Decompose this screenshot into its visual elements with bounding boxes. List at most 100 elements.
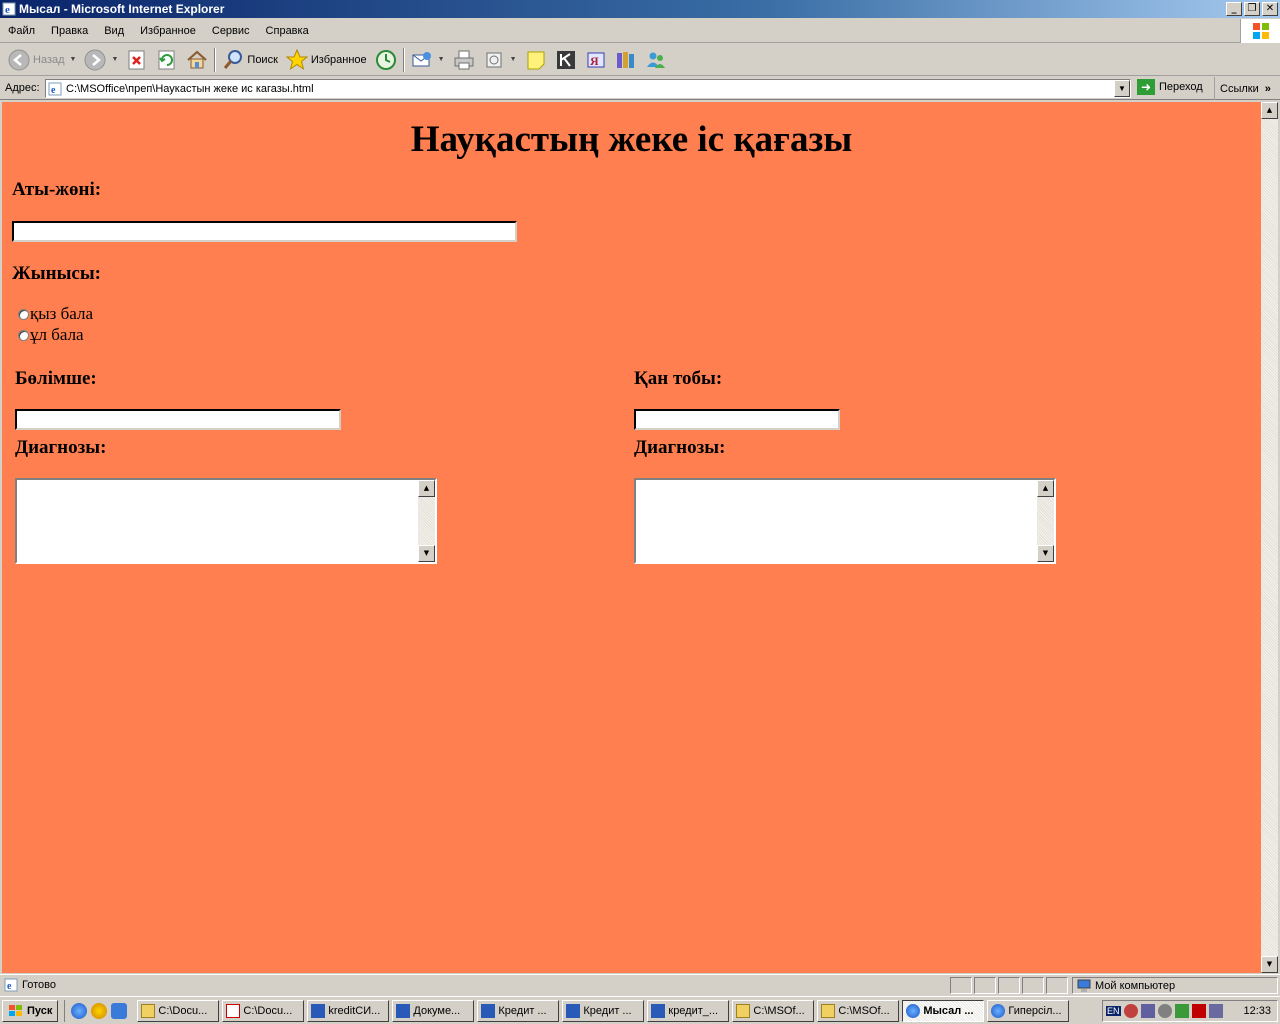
home-button[interactable] [182, 46, 212, 74]
go-button[interactable]: ➜ Переход [1137, 79, 1203, 95]
menu-view[interactable]: Вид [96, 25, 132, 37]
task-button[interactable]: Кредит ... [477, 999, 560, 1022]
menu-edit[interactable]: Правка [43, 25, 96, 37]
task-button[interactable]: Докуме... [392, 999, 475, 1022]
users-icon [646, 52, 665, 68]
toolbar-separator [214, 47, 217, 72]
tray-app-icon[interactable] [1208, 1004, 1223, 1018]
restore-button[interactable]: ❐ [1244, 2, 1260, 16]
ie-icon [906, 1003, 921, 1018]
menu-help[interactable]: Справка [258, 25, 317, 37]
svg-text:Я: Я [590, 54, 599, 68]
gender-option-girl[interactable]: қыз бала [18, 304, 93, 324]
word-icon [566, 1003, 581, 1018]
gender-option-boy[interactable]: ұл бала [18, 325, 84, 345]
menu-favorites[interactable]: Избранное [132, 25, 204, 37]
page-scrollbar[interactable]: ▲ ▼ [1261, 102, 1278, 973]
tools-button[interactable] [611, 46, 641, 74]
clock[interactable]: 12:33 [1243, 1005, 1271, 1017]
chevron-down-icon[interactable]: ▼ [438, 56, 445, 63]
scroll-down-icon[interactable]: ▼ [1037, 545, 1054, 562]
antivirus-icon[interactable] [1174, 1004, 1189, 1018]
task-button[interactable]: Кредит ... [562, 999, 645, 1022]
minimize-button[interactable]: _ [1226, 2, 1242, 16]
menu-tools[interactable]: Сервис [204, 25, 258, 37]
back-button[interactable]: Назад ▼ [4, 46, 80, 74]
folder-icon [736, 1003, 751, 1018]
scroll-down-icon[interactable]: ▼ [1261, 956, 1278, 973]
status-message: e Готово [0, 978, 56, 992]
research-button[interactable]: Я [581, 46, 611, 74]
name-input[interactable] [12, 221, 517, 242]
address-input[interactable]: e C:\MSOffice\преп\Наукастын жеке ис каг… [45, 79, 1131, 98]
search-button[interactable]: Поиск [218, 46, 281, 74]
scroll-up-icon[interactable]: ▲ [1037, 480, 1054, 497]
window-controls: _ ❐ ✕ [1226, 2, 1278, 16]
scroll-down-icon[interactable]: ▼ [418, 545, 435, 562]
blood-type-input[interactable] [634, 409, 840, 430]
ie-icon [991, 1003, 1006, 1018]
users-button[interactable] [641, 46, 671, 74]
status-cell [998, 977, 1020, 994]
page-content: Науқастың жеке іс қағазы Аты-жөні: Жыныс… [2, 102, 1261, 973]
history-icon [375, 49, 396, 70]
textarea-scrollbar[interactable]: ▲ ▼ [418, 480, 435, 562]
media-player-icon[interactable] [91, 1002, 108, 1019]
acrobat-icon [226, 1003, 241, 1018]
history-button[interactable] [371, 46, 401, 74]
radio-button[interactable] [18, 329, 29, 341]
chevron-down-icon[interactable]: ▼ [1114, 80, 1130, 97]
task-button[interactable]: C:\MSOf... [732, 999, 815, 1022]
gender-label: Жынысы: [12, 263, 101, 284]
task-button[interactable]: C:\Docu... [137, 999, 220, 1022]
print-button[interactable] [449, 46, 479, 74]
radio-button[interactable] [18, 308, 29, 320]
status-cell [950, 977, 972, 994]
links-label: Ссылки [1220, 82, 1259, 95]
stop-button[interactable] [122, 46, 152, 74]
svg-text:e: e [5, 4, 10, 16]
refresh-button[interactable] [152, 46, 182, 74]
start-button[interactable]: Пуск [2, 999, 59, 1022]
department-input[interactable] [15, 409, 341, 430]
security-zone[interactable]: Мой компьютер [1072, 977, 1278, 994]
chevron-down-icon[interactable]: ▼ [510, 56, 517, 63]
task-button[interactable]: C:\MSOf... [817, 999, 900, 1022]
scroll-up-icon[interactable]: ▲ [418, 480, 435, 497]
title-bar[interactable]: e Мысал - Microsoft Internet Explorer _ … [0, 0, 1280, 18]
chevron-down-icon[interactable]: ▼ [70, 56, 77, 63]
refresh-icon [158, 50, 175, 69]
kaspersky-icon[interactable] [1191, 1004, 1206, 1018]
network-icon[interactable] [1123, 1004, 1138, 1018]
menu-bar: Файл Правка Вид Избранное Сервис Справка [0, 19, 1280, 43]
diagnosis-textarea-left[interactable]: ▲ ▼ [15, 478, 437, 564]
ie-icon[interactable] [71, 1002, 88, 1019]
edit-button[interactable]: ▼ [479, 46, 521, 74]
language-indicator[interactable]: EN [1106, 1006, 1121, 1016]
volume-icon[interactable] [1157, 1004, 1172, 1018]
scroll-up-icon[interactable]: ▲ [1261, 102, 1278, 119]
menu-file[interactable]: Файл [0, 25, 43, 37]
task-button[interactable]: kreditCИ... [307, 999, 390, 1022]
task-button[interactable]: кредит_... [647, 999, 730, 1022]
close-button[interactable]: ✕ [1262, 2, 1278, 16]
forward-button[interactable]: ▼ [80, 46, 122, 74]
messenger-button[interactable] [551, 46, 581, 74]
diagnosis-textarea-right[interactable]: ▲ ▼ [634, 478, 1056, 564]
discuss-button[interactable] [521, 46, 551, 74]
security-icon[interactable] [1140, 1004, 1155, 1018]
task-button[interactable]: Гиперсіл... [987, 999, 1070, 1022]
svg-text:e: e [51, 85, 56, 96]
search-icon [224, 49, 243, 69]
outlook-icon[interactable] [111, 1002, 128, 1019]
address-label: Адрес: [5, 82, 40, 94]
mail-button[interactable]: ▼ [407, 46, 449, 74]
blood-type-label: Қан тобы: [634, 368, 723, 389]
task-button-active[interactable]: Мысал ... [902, 999, 985, 1022]
favorites-button[interactable]: Избранное [282, 46, 371, 74]
links-button[interactable]: Ссылки » [1214, 77, 1271, 100]
textarea-scrollbar[interactable]: ▲ ▼ [1037, 480, 1054, 562]
task-button[interactable]: C:\Docu... [222, 999, 305, 1022]
chevron-down-icon[interactable]: ▼ [111, 56, 118, 63]
folder-icon [821, 1003, 836, 1018]
